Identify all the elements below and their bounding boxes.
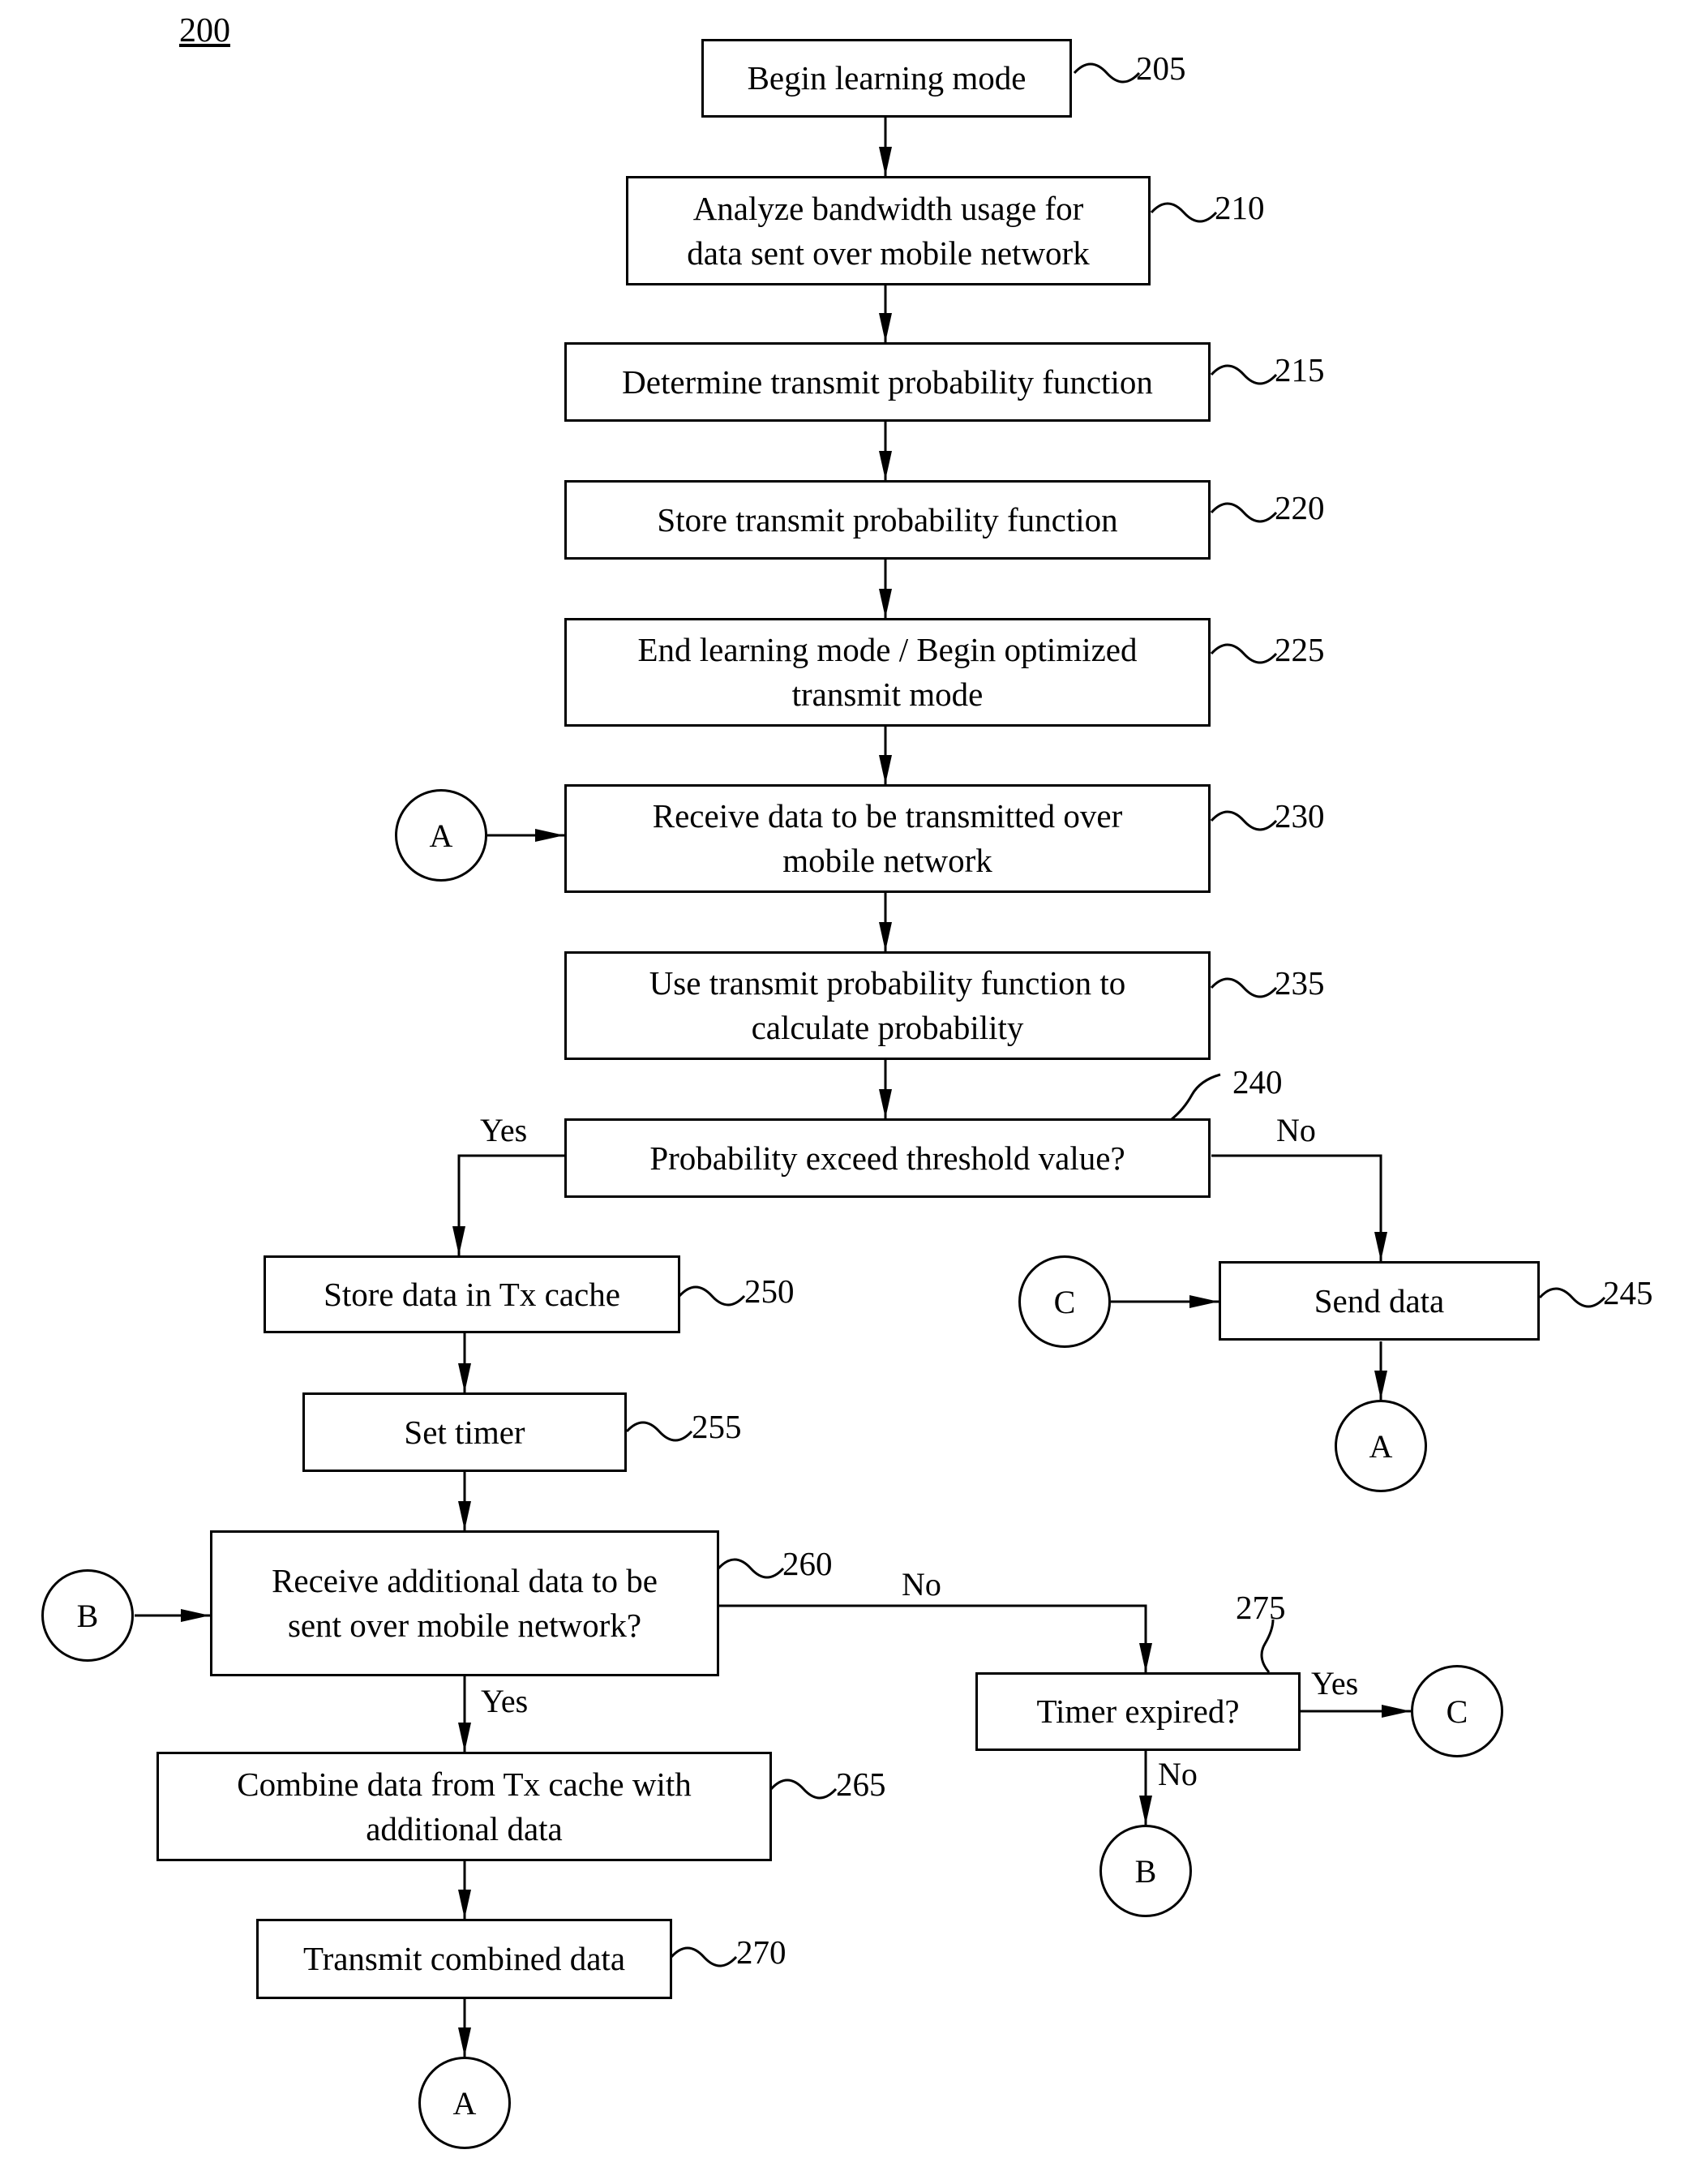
step-220-box: Store transmit probability function [564,480,1211,560]
label-yes-240: Yes [480,1112,528,1148]
step-230-box: Receive data to be transmitted over mobi… [564,784,1211,893]
figure-number: 200 [179,12,230,49]
decision-260-box: Receive additional data to be sent over … [210,1530,719,1676]
connector-b-timer: B [1099,1825,1192,1917]
ref-235: 235 [1275,964,1325,1002]
ref-245: 245 [1603,1274,1653,1311]
label-yes-275: Yes [1311,1665,1359,1701]
connector-b-entry: B [41,1569,134,1662]
step-250-box: Store data in Tx cache [264,1255,680,1333]
step-235-box: Use transmit probability function to cal… [564,951,1211,1060]
ref-255: 255 [692,1408,742,1445]
decision-275-box: Timer expired? [975,1672,1301,1751]
ref-270: 270 [736,1933,786,1971]
label-yes-260: Yes [481,1683,529,1719]
ref-225: 225 [1275,631,1325,668]
step-270-box: Transmit combined data [256,1919,672,1999]
ref-275: 275 [1236,1589,1286,1626]
connector-c-entry: C [1018,1255,1111,1348]
ref-205: 205 [1136,49,1186,87]
connector-a-end: A [418,2057,511,2149]
ref-250: 250 [744,1272,795,1310]
connector-c-timer: C [1411,1665,1503,1757]
connector-a-entry: A [395,789,487,882]
ref-230: 230 [1275,797,1325,835]
ref-210: 210 [1215,189,1265,226]
step-210-box: Analyze bandwidth usage for data sent ov… [626,176,1151,285]
step-205-box: Begin learning mode [701,39,1072,118]
decision-240-box: Probability exceed threshold value? [564,1118,1211,1198]
step-245-box: Send data [1219,1261,1540,1341]
ref-260: 260 [782,1545,833,1582]
label-no-260: No [902,1566,941,1603]
step-215-box: Determine transmit probability function [564,342,1211,422]
step-265-box: Combine data from Tx cache with addition… [156,1752,772,1861]
step-255-box: Set timer [302,1392,627,1472]
ref-240: 240 [1232,1063,1283,1101]
label-no-240: No [1276,1112,1316,1148]
connector-a-after-send: A [1335,1400,1427,1492]
label-no-275: No [1158,1756,1198,1792]
ref-215: 215 [1275,351,1325,388]
step-225-box: End learning mode / Begin optimized tran… [564,618,1211,727]
ref-265: 265 [836,1766,886,1803]
ref-220: 220 [1275,489,1325,526]
